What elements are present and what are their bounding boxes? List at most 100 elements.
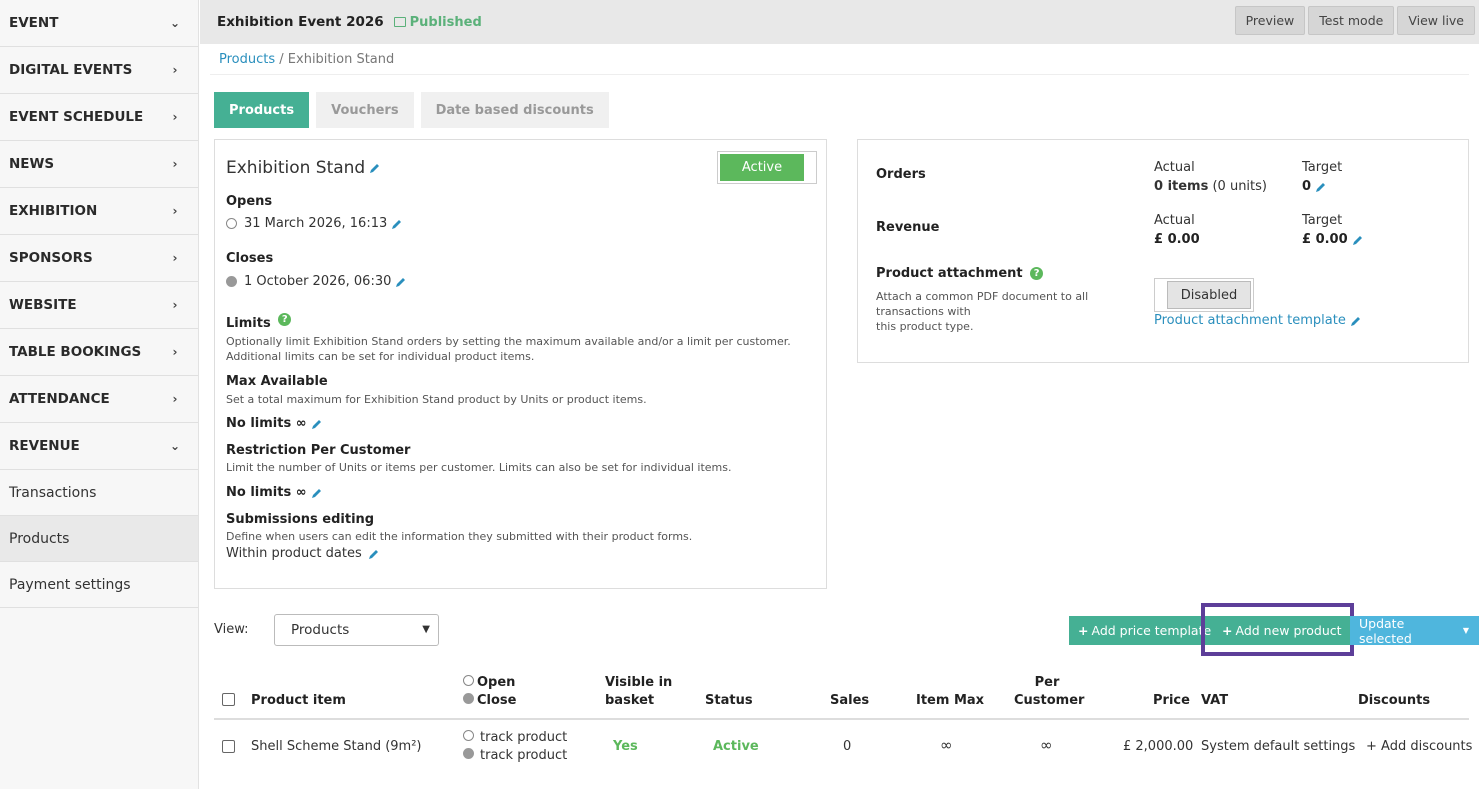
row-status: Active [713,739,759,754]
sidebar-item-website[interactable]: WEBSITE › [0,282,198,329]
sidebar-sub-products[interactable]: Products [0,516,198,562]
open-radio-icon [463,730,474,741]
monitor-icon [393,17,406,27]
pencil-icon[interactable] [1350,315,1362,327]
breadcrumb-current: Exhibition Stand [287,52,395,67]
opens-value: 31 March 2026, 16:13 [226,216,403,231]
tab-products[interactable]: Products [214,92,310,128]
chevron-right-icon: › [172,110,178,124]
attachment-label: Product attachment ? [876,266,1044,281]
sidebar-sub-transactions[interactable]: Transactions [0,470,198,516]
revenue-target-value: £ 0.00 [1302,232,1364,247]
divider [210,74,1469,75]
col-close: Close [463,692,516,710]
add-new-product-button[interactable]: + Add new product [1213,616,1351,645]
row-vat: System default settings [1201,739,1356,754]
row-price: £ 2,000.00 [1123,739,1194,754]
help-icon[interactable]: ? [1030,267,1044,280]
attachment-toggle[interactable]: Disabled [1154,278,1254,312]
add-price-template-button[interactable]: + Add price template [1069,616,1221,645]
sidebar-item-digital-events[interactable]: DIGITAL EVENTS › [0,47,198,94]
sidebar-item-revenue[interactable]: REVENUE ⌄ [0,423,198,470]
sidebar-item-sponsors[interactable]: SPONSORS › [0,235,198,282]
max-available-value: No limits ∞ [226,416,323,431]
close-radio-icon [226,276,237,287]
pencil-icon[interactable] [395,276,407,288]
col-status: Status [705,693,753,708]
row-visible: Yes [613,739,638,754]
add-discounts-link[interactable]: + Add discounts [1366,738,1472,756]
open-radio-icon [226,218,237,229]
pencil-icon[interactable] [391,218,403,230]
restriction-help: Limit the number of Units or items per c… [226,461,732,474]
sidebar-item-table-bookings[interactable]: TABLE BOOKINGS › [0,329,198,376]
view-select[interactable]: Products ▼ [274,614,439,646]
sidebar: EVENT ⌄ DIGITAL EVENTS › EVENT SCHEDULE › N… [0,0,199,789]
close-radio-icon [463,748,474,759]
row-item-max: ∞ [940,736,953,754]
chevron-right-icon: › [172,345,178,359]
chevron-right-icon: › [172,298,178,312]
submissions-help: Define when users can edit the informati… [226,530,693,543]
tab-date-based-discounts[interactable]: Date based discounts [420,92,609,128]
attachment-template-link[interactable]: Product attachment template [1154,313,1362,328]
row-checkbox[interactable] [222,740,235,753]
help-icon[interactable]: ? [278,313,292,326]
orders-target-label: Target [1302,160,1343,175]
product-item-link[interactable]: Shell Scheme Stand (9m²) [251,738,422,756]
open-radio-icon [463,675,474,686]
pencil-icon[interactable] [369,162,381,174]
col-discounts: Discounts [1358,693,1431,708]
test-mode-button[interactable]: Test mode [1308,6,1395,35]
chevron-down-icon: ▼ [422,624,430,635]
pencil-icon[interactable] [1352,234,1364,246]
max-available-label: Max Available [226,374,328,389]
col-vat: VAT [1201,693,1229,708]
row-open-track[interactable]: track product [463,729,567,747]
revenue-label: Revenue [876,220,940,235]
chevron-down-icon: ⌄ [170,16,181,30]
table-header-divider [214,718,1469,720]
top-bar: Exhibition Event 2026 Published Preview … [200,0,1479,44]
sidebar-item-news[interactable]: NEWS › [0,141,198,188]
sidebar-item-exhibition[interactable]: EXHIBITION › [0,188,198,235]
pencil-icon[interactable] [311,418,323,430]
active-toggle[interactable]: Active [717,151,817,184]
row-per-customer: ∞ [1040,736,1053,754]
row-close-track[interactable]: track product [463,747,567,765]
pencil-icon[interactable] [1315,181,1327,193]
attachment-help: Attach a common PDF document to all tran… [876,290,1089,333]
breadcrumb: Products / Exhibition Stand [219,52,395,67]
row-sales: 0 [843,739,852,754]
chevron-down-icon: ⌄ [170,439,181,453]
view-live-button[interactable]: View live [1397,6,1475,35]
tab-vouchers[interactable]: Vouchers [316,92,414,128]
orders-target-value: 0 [1302,179,1327,194]
sidebar-item-event-schedule[interactable]: EVENT SCHEDULE › [0,94,198,141]
update-selected-button[interactable]: Update selected ▼ [1350,616,1479,646]
chevron-right-icon: › [172,204,178,218]
submissions-label: Submissions editing [226,512,375,527]
orders-actual-value: 0 items (0 units) [1154,179,1267,194]
col-sales: Sales [830,693,870,708]
chevron-right-icon: › [172,157,178,171]
plus-icon: + [1078,623,1089,638]
col-visible-in-basket: Visible in basket [605,675,673,708]
revenue-target-label: Target [1302,213,1343,228]
view-label: View: [214,622,249,637]
revenue-actual-value: £ 0.00 [1154,232,1200,247]
preview-button[interactable]: Preview [1234,6,1306,35]
submissions-value: Within product dates [226,546,380,561]
select-all-checkbox[interactable] [222,693,235,706]
breadcrumb-products-link[interactable]: Products [219,52,275,67]
restriction-value: No limits ∞ [226,485,323,500]
plus-icon: + [1222,623,1233,638]
sidebar-item-event[interactable]: EVENT ⌄ [0,0,198,47]
pencil-icon[interactable] [311,487,323,499]
restriction-label: Restriction Per Customer [226,443,411,458]
pencil-icon[interactable] [368,548,380,560]
product-stats-panel: Orders Actual 0 items (0 units) Target 0… [857,139,1469,363]
orders-label: Orders [876,167,926,182]
sidebar-item-attendance[interactable]: ATTENDANCE › [0,376,198,423]
sidebar-sub-payment-settings[interactable]: Payment settings [0,562,198,608]
